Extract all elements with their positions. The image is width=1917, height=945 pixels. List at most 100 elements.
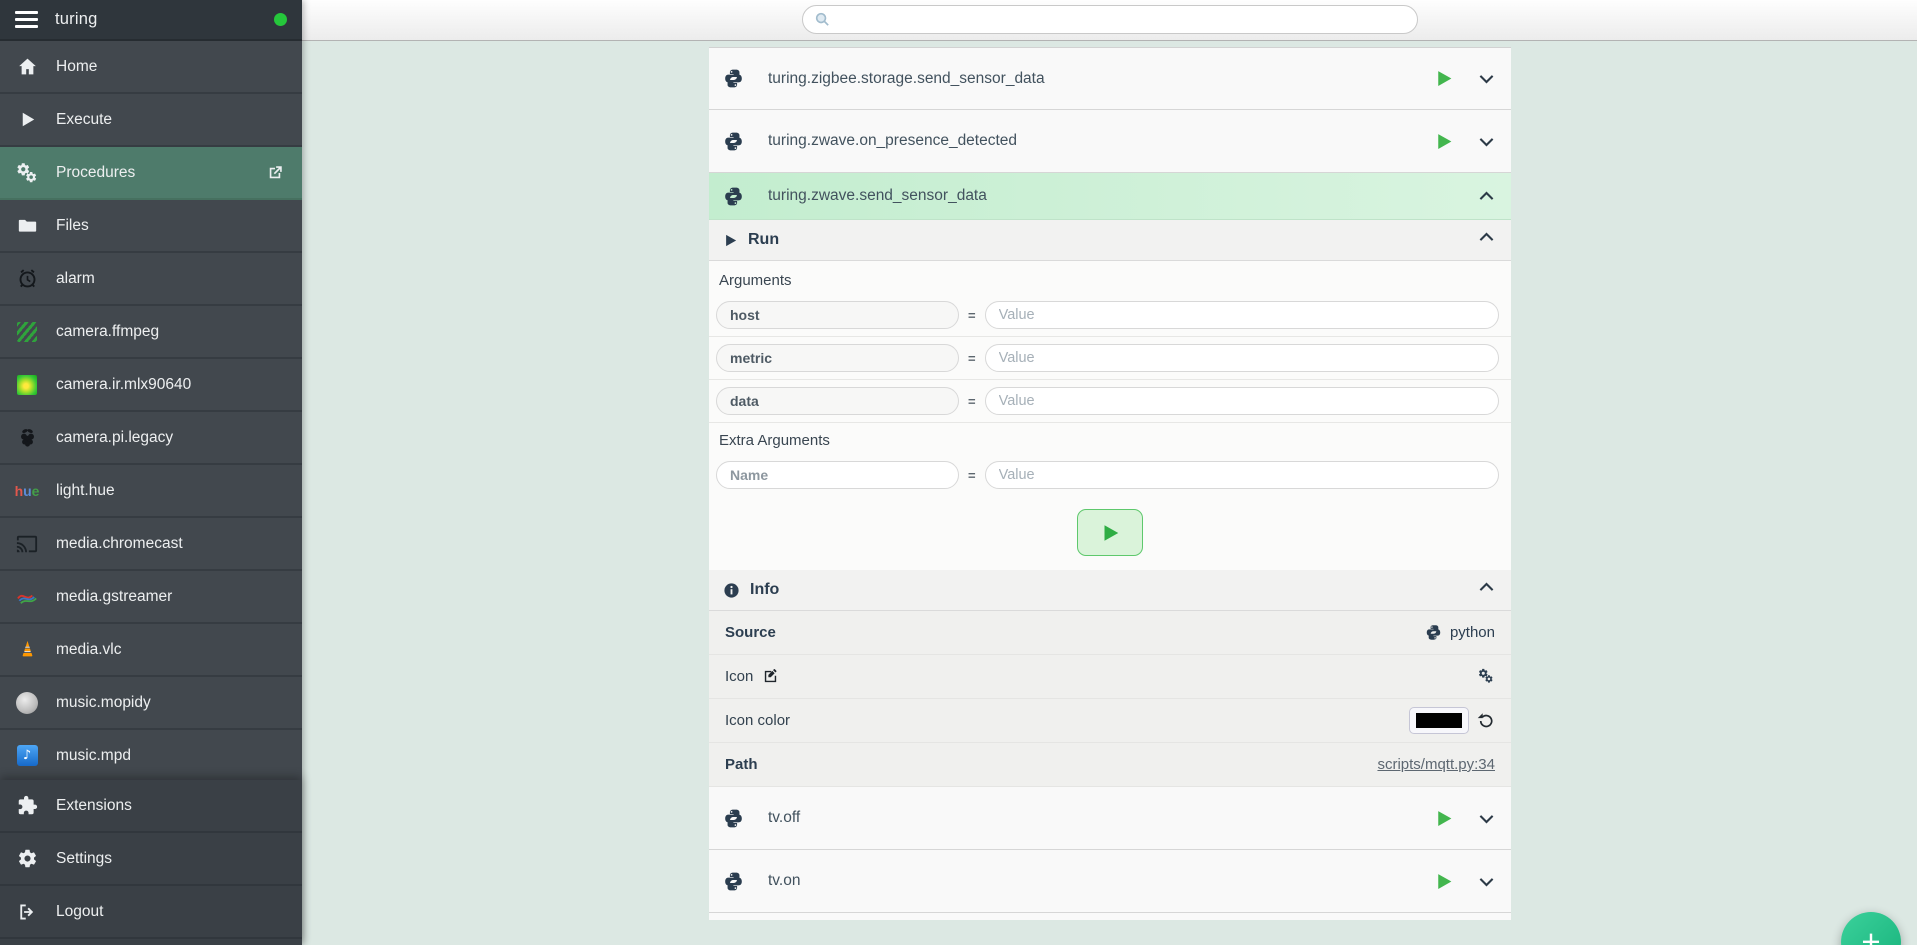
run-icon[interactable]: [1433, 68, 1454, 89]
reset-color-icon[interactable]: [1477, 712, 1495, 730]
vlc-icon: [15, 638, 39, 662]
sidebar-item-label: Home: [56, 58, 97, 76]
sidebar-item-label: Extensions: [56, 797, 132, 815]
sidebar-item-label: camera.pi.legacy: [56, 429, 173, 447]
python-icon: [723, 871, 744, 892]
sidebar-item-settings[interactable]: Settings: [0, 833, 302, 886]
external-link-icon[interactable]: [263, 161, 287, 185]
sidebar-footer-menu: Extensions Settings Logout: [0, 780, 302, 945]
chevron-down-icon[interactable]: [1476, 871, 1497, 892]
argument-row-data: =: [709, 380, 1511, 423]
sidebar-item-label: alarm: [56, 270, 95, 288]
equals-sign: =: [968, 308, 976, 323]
main-area: turing.zigbee.storage.send_sensor_data t…: [302, 0, 1917, 945]
extra-argument-name-input[interactable]: [716, 461, 959, 489]
python-icon: [1425, 624, 1442, 641]
extra-arguments-label: Extra Arguments: [709, 423, 1511, 454]
logout-icon: [15, 900, 39, 924]
topbar: [302, 0, 1917, 41]
sidebar-item-camera-ir-mlx90640[interactable]: camera.ir.mlx90640: [0, 359, 302, 412]
argument-name-field[interactable]: [716, 344, 959, 372]
sidebar-item-alarm[interactable]: alarm: [0, 253, 302, 306]
sidebar-header: turing: [0, 0, 302, 41]
sidebar-item-light-hue[interactable]: hue light.hue: [0, 465, 302, 518]
play-icon: [15, 108, 39, 132]
procedure-name: turing.zwave.send_sensor_data: [768, 187, 987, 205]
ffmpeg-icon: [15, 320, 39, 344]
edit-icon[interactable]: [762, 668, 779, 685]
sidebar-item-label: media.vlc: [56, 641, 121, 659]
sidebar-item-camera-ffmpeg[interactable]: camera.ffmpeg: [0, 306, 302, 359]
sidebar-item-label: Procedures: [56, 164, 135, 182]
run-icon[interactable]: [1433, 871, 1454, 892]
add-procedure-fab[interactable]: +: [1841, 912, 1901, 945]
procedure-row-turing-zigbee-storage-send-sensor-data[interactable]: turing.zigbee.storage.send_sensor_data: [709, 47, 1511, 110]
sidebar-item-media-chromecast[interactable]: media.chromecast: [0, 518, 302, 571]
info-section-body: Source python Icon: [709, 611, 1511, 787]
run-section-title: Run: [748, 231, 779, 249]
equals-sign: =: [968, 394, 976, 409]
sidebar-item-media-gstreamer[interactable]: media.gstreamer: [0, 571, 302, 624]
sidebar-item-label: media.chromecast: [56, 535, 183, 553]
sidebar-item-label: Logout: [56, 903, 103, 921]
argument-value-input[interactable]: [985, 387, 1499, 415]
argument-value-input[interactable]: [985, 301, 1499, 329]
sidebar-item-camera-pi-legacy[interactable]: camera.pi.legacy: [0, 412, 302, 465]
run-section-header[interactable]: Run: [709, 220, 1511, 261]
procedure-row-partial[interactable]: [709, 913, 1511, 920]
extra-argument-value-input[interactable]: [985, 461, 1499, 489]
sidebar-item-music-mopidy[interactable]: music.mopidy: [0, 677, 302, 730]
procedure-row-tv-off[interactable]: tv.off: [709, 787, 1511, 850]
run-procedure-button[interactable]: [1077, 509, 1143, 556]
path-link[interactable]: scripts/mqtt.py:34: [1377, 756, 1495, 773]
argument-name-field[interactable]: [716, 387, 959, 415]
sidebar-item-label: camera.ffmpeg: [56, 323, 159, 341]
sidebar-item-label: music.mopidy: [56, 694, 151, 712]
run-icon[interactable]: [1433, 131, 1454, 152]
mpd-icon: ♪: [15, 744, 39, 768]
sidebar-item-label: music.mpd: [56, 747, 131, 765]
chevron-up-icon[interactable]: [1476, 577, 1497, 603]
sidebar-item-procedures[interactable]: Procedures: [0, 147, 302, 200]
procedure-name: tv.off: [768, 809, 800, 827]
search-bar[interactable]: [802, 5, 1418, 34]
sidebar-item-execute[interactable]: Execute: [0, 94, 302, 147]
search-icon: [814, 11, 831, 28]
sidebar-item-label: Settings: [56, 850, 112, 868]
sidebar-item-extensions[interactable]: Extensions: [0, 780, 302, 833]
procedure-list-bottom: tv.off tv.on: [709, 787, 1511, 920]
icon-color-swatch[interactable]: [1409, 707, 1469, 734]
gears-icon: [15, 161, 39, 185]
sidebar-item-label: Files: [56, 217, 89, 235]
hamburger-menu-icon[interactable]: [15, 7, 38, 32]
sidebar-item-media-vlc[interactable]: media.vlc: [0, 624, 302, 677]
sidebar-item-home[interactable]: Home: [0, 41, 302, 94]
info-section-header[interactable]: Info: [709, 570, 1511, 611]
procedure-name: turing.zwave.on_presence_detected: [768, 132, 1017, 150]
chevron-down-icon[interactable]: [1476, 808, 1497, 829]
chevron-down-icon[interactable]: [1476, 131, 1497, 152]
argument-value-input[interactable]: [985, 344, 1499, 372]
argument-name-field[interactable]: [716, 301, 959, 329]
sidebar-item-label: Execute: [56, 111, 112, 129]
sidebar-menu: Home Execute Procedures Files alarm came…: [0, 41, 302, 783]
chevron-down-icon[interactable]: [1476, 68, 1497, 89]
icon-label: Icon: [725, 668, 753, 685]
search-input[interactable]: [839, 12, 1406, 28]
source-label: Source: [725, 624, 776, 641]
sidebar-item-label: light.hue: [56, 482, 115, 500]
procedure-row-selected[interactable]: turing.zwave.send_sensor_data: [709, 173, 1511, 220]
chevron-up-icon[interactable]: [1476, 186, 1497, 207]
procedure-name: turing.zigbee.storage.send_sensor_data: [768, 70, 1045, 88]
chevron-up-icon[interactable]: [1476, 227, 1497, 253]
path-row: Path scripts/mqtt.py:34: [709, 743, 1511, 787]
procedure-row-tv-on[interactable]: tv.on: [709, 850, 1511, 913]
sidebar-item-files[interactable]: Files: [0, 200, 302, 253]
sidebar-item-music-mpd[interactable]: ♪ music.mpd: [0, 730, 302, 783]
run-icon[interactable]: [1433, 808, 1454, 829]
procedure-row-turing-zwave-on-presence-detected[interactable]: turing.zwave.on_presence_detected: [709, 110, 1511, 173]
source-row: Source python: [709, 611, 1511, 655]
sidebar-item-logout[interactable]: Logout: [0, 886, 302, 939]
python-icon: [723, 808, 744, 829]
icon-color-value: [1416, 713, 1462, 728]
